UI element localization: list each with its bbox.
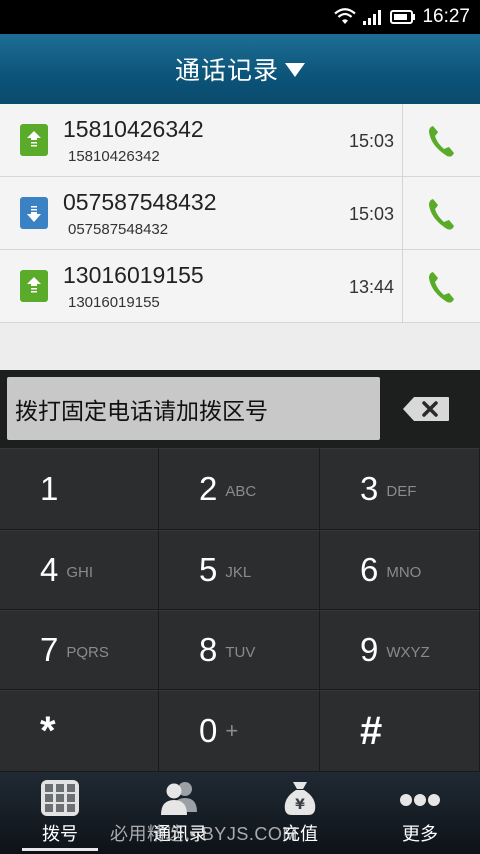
key-digit: 6 [360, 551, 379, 588]
outgoing-call-icon [20, 270, 48, 302]
key-digit: 1 [40, 470, 59, 507]
call-log-row[interactable]: 13016019155 13016019155 13:44 [0, 250, 480, 323]
status-bar: 16:27 [0, 0, 480, 34]
call-time: 15:03 [348, 204, 394, 224]
call-number: 057587548432 [63, 189, 217, 215]
key-3[interactable]: 3 DEF [320, 448, 480, 530]
header-bar[interactable]: 通话记录 [0, 34, 480, 104]
tab-label: 拨号 [42, 824, 78, 845]
key-8[interactable]: 8 TUV [159, 610, 320, 690]
key-5[interactable]: 5 JKL [159, 530, 320, 610]
key-hash[interactable]: # [320, 690, 480, 772]
tab-dial[interactable]: 拨号 [0, 772, 120, 854]
call-log-row[interactable]: 057587548432 057587548432 15:03 [0, 177, 480, 250]
call-back-button[interactable] [403, 177, 480, 250]
incoming-call-icon [20, 197, 48, 229]
dial-number-input[interactable]: 拨打固定电话请加拨区号 [7, 377, 380, 440]
phone-icon [428, 125, 454, 157]
call-back-button[interactable] [403, 104, 480, 177]
key-digit: 2 [199, 470, 218, 507]
key-digit: 5 [199, 551, 218, 588]
key-4[interactable]: 4 GHI [0, 530, 159, 610]
tab-label: 更多 [402, 824, 438, 845]
call-subtitle: 057587548432 [68, 221, 169, 238]
wifi-icon [334, 8, 357, 24]
more-dots-icon [400, 794, 440, 806]
phone-icon [428, 271, 454, 303]
phone-icon [428, 198, 454, 230]
key-6[interactable]: 6 MNO [320, 530, 480, 610]
battery-icon [390, 10, 416, 24]
key-letters: DEF [386, 482, 417, 500]
key-letters: JKL [225, 563, 252, 581]
call-number: 13016019155 [63, 262, 204, 288]
dial-keypad: 1 2 ABC 3 DEF 4 GHI 5 JKL 6 MNO 7 PQRS 8 TUV 9W… [0, 448, 480, 772]
key-digit: 0 [199, 712, 218, 749]
key-digit: 4 [40, 551, 59, 588]
key-letters: GHI [66, 563, 94, 581]
key-9[interactable]: 9 WXYZ [320, 610, 480, 690]
call-time: 15:03 [348, 131, 394, 151]
call-back-button[interactable] [403, 250, 480, 323]
page-title[interactable]: 通话记录 [175, 51, 279, 87]
key-digit: 8 [199, 631, 218, 668]
contacts-icon [161, 782, 197, 815]
tab-more[interactable]: 更多 [360, 772, 480, 854]
keypad-grid-icon [41, 780, 79, 816]
call-number: 15810426342 [63, 116, 204, 142]
svg-text:¥: ¥ [295, 797, 305, 813]
call-log-list: 15810426342 15810426342 15:03 0575875484… [0, 104, 480, 370]
key-letters: TUV [225, 643, 256, 661]
key-letters: + [225, 718, 239, 743]
key-letters: WXYZ [386, 643, 430, 661]
key-digit: 3 [360, 470, 379, 507]
call-log-row[interactable]: 15810426342 15810426342 15:03 [0, 104, 480, 177]
call-time: 13:44 [348, 277, 394, 297]
key-letters: MNO [386, 563, 422, 581]
key-digit: * [40, 708, 56, 753]
key-digit: 7 [40, 631, 59, 668]
key-digit: 9 [360, 631, 379, 668]
status-time: 16:27 [422, 6, 470, 27]
tab-label: 充值 [282, 824, 318, 845]
tab-recharge[interactable]: ¥ 充值 [240, 772, 360, 854]
key-digit: # [360, 708, 383, 753]
key-letters: PQRS [66, 643, 109, 661]
signal-icon [363, 10, 382, 25]
key-7[interactable]: 7 PQRS [0, 610, 159, 690]
key-1[interactable]: 1 [0, 448, 159, 530]
tab-contacts[interactable]: 通讯录 [120, 772, 240, 854]
call-subtitle: 13016019155 [68, 294, 160, 311]
dial-input-area: 拨打固定电话请加拨区号 [0, 370, 480, 448]
backspace-icon[interactable] [402, 396, 450, 422]
dial-input-placeholder: 拨打固定电话请加拨区号 [15, 398, 268, 425]
outgoing-call-icon [20, 124, 48, 156]
key-0[interactable]: 0 + [159, 690, 320, 772]
tab-label: 通讯录 [153, 824, 207, 845]
key-star[interactable]: * [0, 690, 159, 772]
dropdown-caret-icon[interactable] [285, 63, 305, 77]
call-subtitle: 15810426342 [68, 148, 160, 165]
money-bag-icon: ¥ [284, 782, 316, 815]
key-2[interactable]: 2 ABC [159, 448, 320, 530]
key-letters: ABC [225, 482, 257, 500]
bottom-tab-bar: 拨号 通讯录 ¥ 充值 更多 [0, 772, 480, 854]
